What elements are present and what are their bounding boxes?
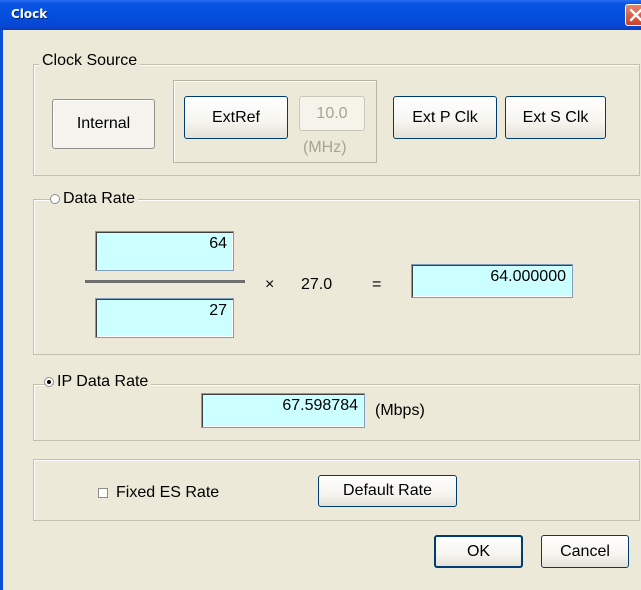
denominator-field[interactable]: 27: [95, 298, 234, 338]
ext-s-clk-button[interactable]: Ext S Clk: [505, 96, 606, 139]
close-button[interactable]: [625, 4, 641, 26]
data-rate-radio[interactable]: [50, 194, 60, 204]
numerator-field[interactable]: 64: [95, 231, 234, 271]
clock-source-legend: Clock Source: [39, 52, 141, 70]
cancel-button[interactable]: Cancel: [541, 535, 629, 568]
fixed-es-rate-label[interactable]: Fixed ES Rate: [116, 484, 219, 502]
data-rate-legend: Data Rate: [60, 190, 139, 208]
extref-button[interactable]: ExtRef: [184, 96, 288, 139]
mhz-value-button: 10.0: [299, 96, 365, 131]
ip-data-rate-unit: (Mbps): [375, 402, 425, 419]
ip-data-rate-legend: IP Data Rate: [54, 373, 152, 391]
ip-data-rate-radio[interactable]: [44, 377, 54, 387]
mhz-unit-label: (MHz): [303, 139, 347, 156]
fraction-line: [85, 280, 245, 283]
multiply-sign: ×: [265, 276, 275, 293]
equals-sign: =: [372, 276, 382, 293]
default-rate-button[interactable]: Default Rate: [318, 475, 457, 507]
title-bar[interactable]: Clock: [0, 0, 641, 30]
ip-data-rate-field[interactable]: 67.598784: [201, 393, 365, 428]
internal-button[interactable]: Internal: [52, 99, 155, 149]
window-title: Clock: [11, 7, 48, 21]
fixed-es-rate-checkbox[interactable]: [98, 488, 108, 498]
window-frame: [0, 30, 3, 590]
ext-p-clk-button[interactable]: Ext P Clk: [393, 96, 497, 139]
data-rate-result-field[interactable]: 64.000000: [411, 264, 573, 298]
clock-dialog: Clock Clock Source Internal ExtRef 10.0 …: [0, 0, 641, 590]
close-icon: [629, 8, 641, 22]
rate-factor: 27.0: [301, 276, 333, 293]
ok-button[interactable]: OK: [434, 535, 523, 568]
